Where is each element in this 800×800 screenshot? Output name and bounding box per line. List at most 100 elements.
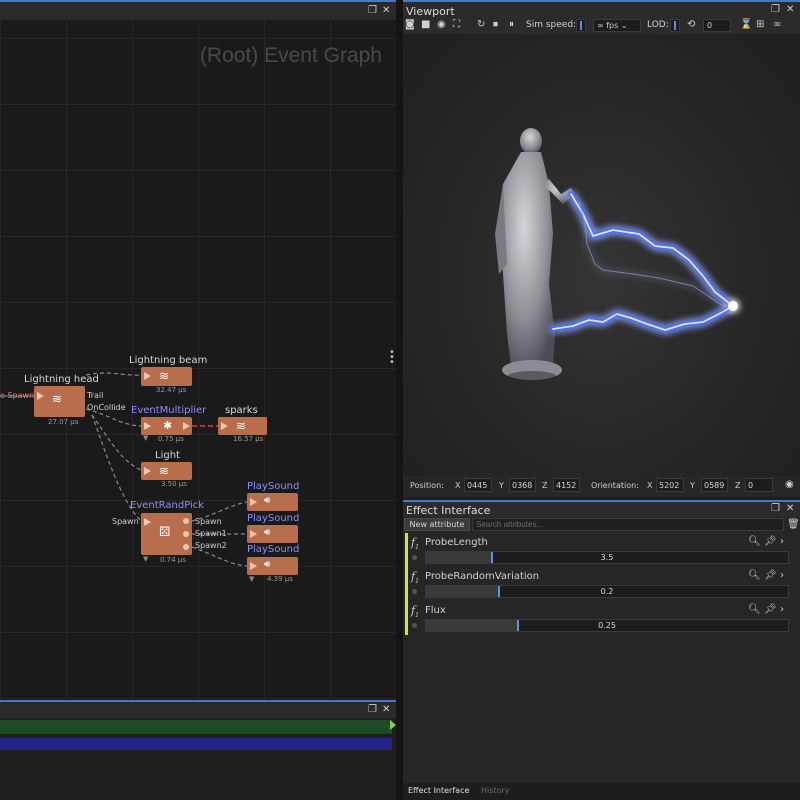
pause-icon[interactable]: ⏸ (509, 19, 514, 30)
node-play-sound-2[interactable]: 🔊︎ (247, 525, 298, 543)
output-port-icon[interactable] (183, 422, 190, 430)
output-port-icon[interactable] (183, 544, 189, 550)
input-port-icon[interactable] (250, 562, 257, 570)
node-play-sound-1[interactable]: 🔊︎ (247, 493, 298, 511)
pin-icon[interactable]: 📌︎ (764, 604, 777, 615)
lod-value-field[interactable]: 0 (703, 19, 731, 32)
pos-y-field[interactable]: 0368 (509, 478, 536, 492)
graph-canvas[interactable]: (Root) Event Graph Lightning head e Spaw… (0, 20, 396, 700)
node-sparks[interactable]: ≋ (218, 417, 267, 435)
ori-y-field[interactable]: 0589 (701, 478, 728, 492)
chevron-right-icon[interactable]: › (780, 604, 784, 615)
pos-z-field[interactable]: 4152 (553, 478, 580, 492)
node-event-multiplier-timing: 0.75 µs (158, 435, 184, 443)
close-icon[interactable]: ✕ (382, 5, 390, 16)
node-lightning-beam-label: Lightning beam (129, 355, 208, 366)
attribute-slider[interactable]: 0.2 (425, 585, 789, 598)
output-port-icon[interactable] (183, 518, 189, 524)
viewport-footer: Position: X 0445 Y 0368 Z 4152 Orientati… (403, 476, 800, 497)
input-port-icon[interactable] (250, 498, 257, 506)
lod-value: 0 (707, 21, 713, 30)
lod-slider[interactable] (670, 19, 680, 32)
slider-value: 3.5 (600, 553, 614, 562)
search-icon[interactable]: 🔍︎ (748, 536, 761, 547)
new-attribute-button[interactable]: New attribute (404, 518, 470, 531)
search-icon[interactable]: 🔍︎ (748, 570, 761, 581)
input-port-icon[interactable] (144, 518, 151, 526)
restore-icon[interactable]: ❐ (771, 503, 780, 514)
node-light[interactable]: ≋ (141, 462, 192, 480)
video-icon[interactable]: ■ (421, 19, 430, 30)
float-type-icon: f1 (411, 604, 419, 620)
layers-icon: ≋ (159, 464, 170, 478)
input-port-icon[interactable] (144, 467, 151, 475)
eye-icon[interactable]: ◉ (785, 479, 794, 490)
close-icon[interactable]: ✕ (786, 503, 794, 514)
expand-icon[interactable]: ▼ (249, 575, 254, 583)
node-sparks-label: sparks (225, 405, 258, 416)
hourglass-icon[interactable]: ⌛ (740, 19, 752, 30)
pin-icon[interactable]: 📌︎ (764, 570, 777, 581)
sim-speed-slider[interactable] (576, 19, 586, 32)
tab-effect-interface[interactable]: Effect Interface (408, 786, 469, 795)
expand-icon[interactable]: ▼ (143, 434, 148, 442)
tab-history[interactable]: History (481, 786, 509, 795)
link-icon[interactable]: ∞ (773, 19, 781, 30)
attribute-name: ProbeRandomVariation (425, 571, 540, 582)
timeline-track-blue[interactable] (0, 738, 392, 750)
restore-icon[interactable]: ❐ (771, 4, 780, 15)
refresh-icon[interactable]: ↻ (477, 19, 485, 30)
node-event-rand-pick-out2: Spawn1 (195, 529, 227, 538)
input-port-icon[interactable] (37, 392, 44, 400)
lod-reset-icon[interactable]: ⟲ (687, 19, 695, 30)
attribute-slider[interactable]: 3.5 (425, 551, 789, 564)
restore-icon[interactable]: ❐ (368, 5, 377, 16)
keyframe-dot-icon[interactable] (412, 555, 417, 560)
edge-head-light (91, 414, 142, 471)
splitter-grip-icon[interactable]: • • • (389, 348, 395, 368)
float-type-icon: f1 (411, 570, 419, 586)
chevron-right-icon[interactable]: › (780, 536, 784, 547)
pos-x-field[interactable]: 0445 (464, 478, 492, 492)
chevron-right-icon[interactable]: › (780, 570, 784, 581)
frame-icon[interactable]: ⛶ (453, 19, 460, 30)
search-attributes-input[interactable] (472, 518, 784, 531)
attribute-row: f1 ProbeRandomVariation 🔍︎ 📌︎ › 0.2 (403, 567, 800, 601)
attribute-name: ProbeLength (425, 537, 488, 548)
node-event-rand-pick[interactable]: ⚄ (141, 513, 192, 555)
fps-select[interactable]: ∞ fps ⌄ (593, 19, 641, 32)
timeline-track-green[interactable] (0, 720, 392, 734)
input-port-icon[interactable] (221, 422, 228, 430)
node-lightning-head[interactable]: ≋ (34, 386, 85, 417)
search-icon[interactable]: 🔍︎ (748, 604, 761, 615)
pin-icon[interactable]: 📌︎ (764, 536, 777, 547)
expand-icon[interactable]: ▼ (143, 555, 148, 563)
node-play-sound-3[interactable]: 🔊︎ (247, 557, 298, 575)
node-lightning-beam[interactable]: ≋ (141, 367, 192, 386)
camera-icon[interactable]: ◙ (405, 19, 415, 30)
grid-icon[interactable]: ⊞ (756, 19, 764, 30)
close-icon[interactable]: ✕ (382, 704, 390, 715)
slider-value: 0.2 (600, 587, 614, 596)
panel-splitter[interactable] (396, 0, 403, 800)
keyframe-dot-icon[interactable] (412, 623, 417, 628)
output-port-icon[interactable] (183, 531, 189, 537)
ori-x-label: X (647, 481, 653, 490)
input-port-icon[interactable] (144, 372, 151, 380)
node-event-multiplier[interactable]: ✱ (141, 417, 192, 435)
eye-icon[interactable]: ◉ (437, 19, 446, 30)
input-port-icon[interactable] (250, 530, 257, 538)
attribute-slider[interactable]: 0.25 (425, 619, 789, 632)
trash-icon[interactable]: 🗑︎ (787, 519, 800, 530)
pos-x-label: X (455, 481, 461, 490)
restore-icon[interactable]: ❐ (368, 704, 377, 715)
input-port-icon[interactable] (144, 422, 151, 430)
close-icon[interactable]: ✕ (786, 4, 794, 15)
stop-icon[interactable]: ⏹ (493, 19, 498, 30)
viewport-scene[interactable] (403, 34, 800, 476)
ori-z-field[interactable]: 0 (745, 478, 773, 492)
ori-x-field[interactable]: 5202 (656, 478, 684, 492)
keyframe-dot-icon[interactable] (412, 589, 417, 594)
node-event-rand-pick-out1: Spawn (195, 517, 222, 526)
speaker-icon: 🔊︎ (264, 559, 271, 570)
